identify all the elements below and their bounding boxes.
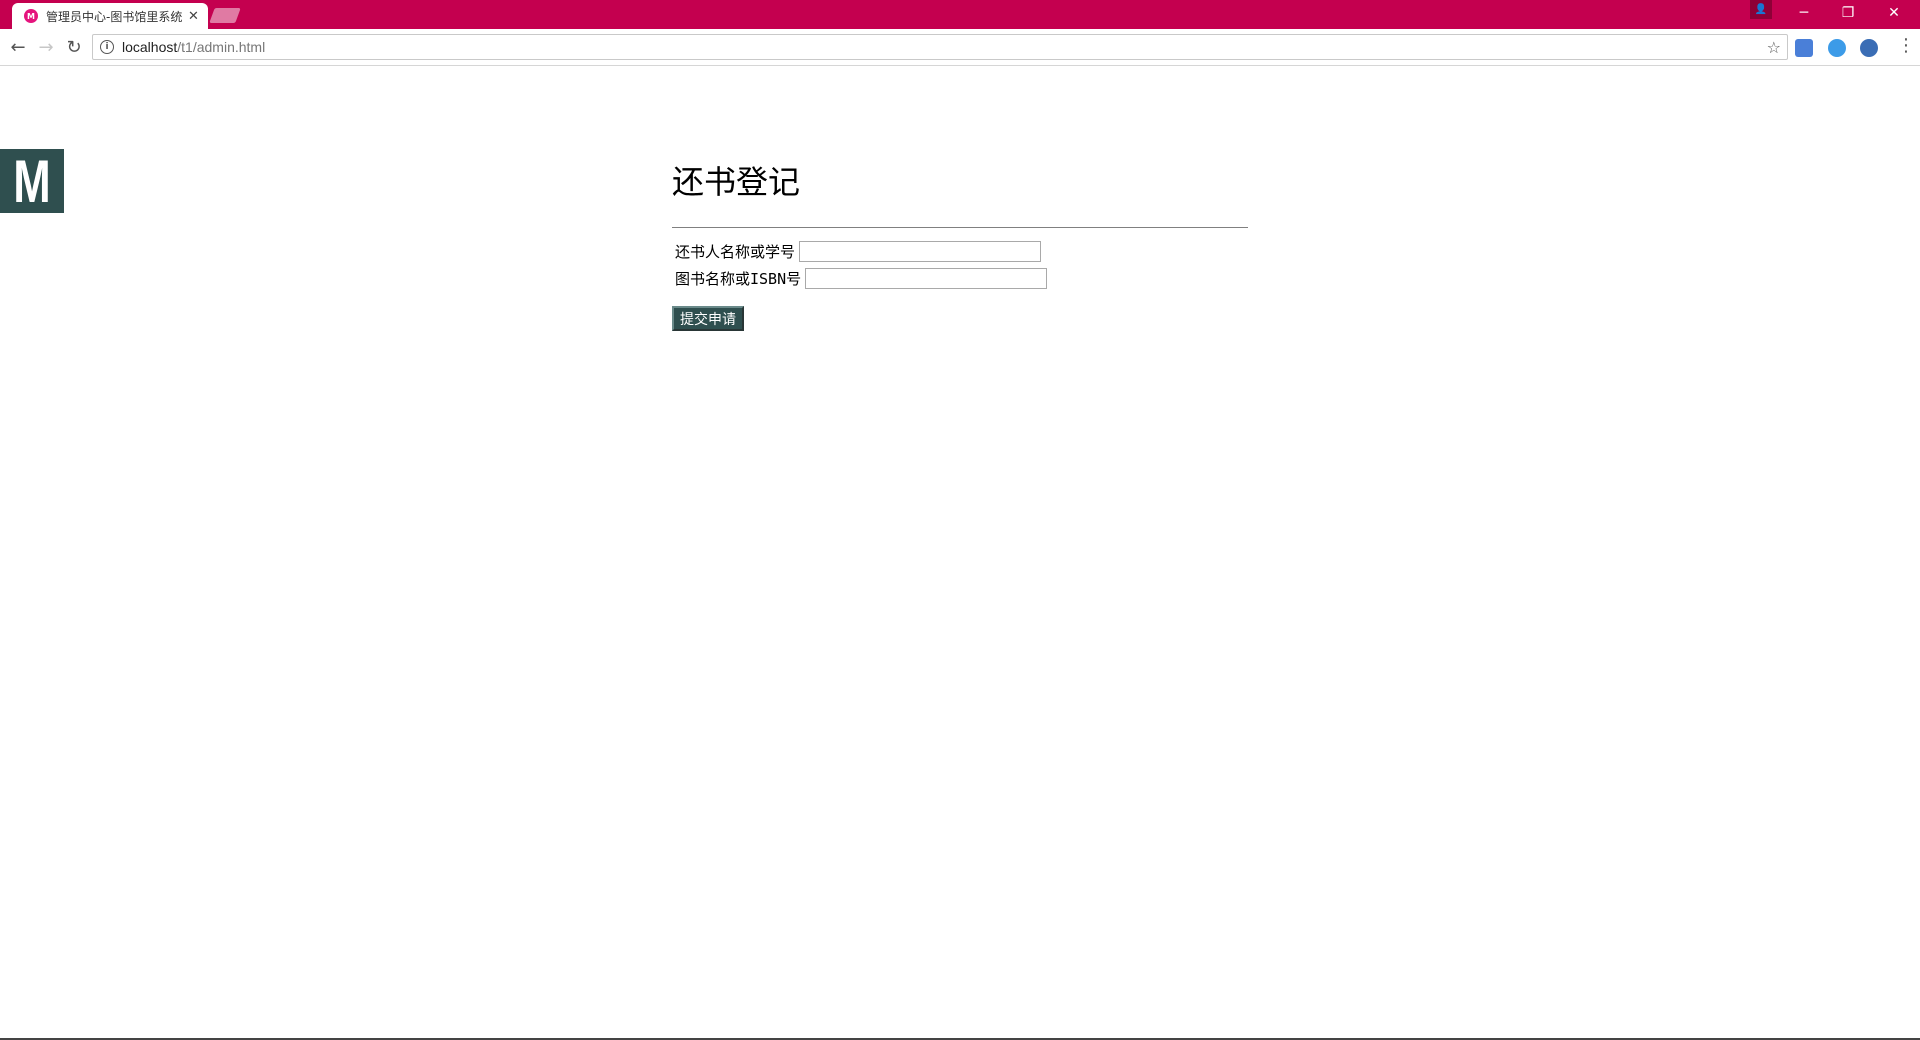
url-host: localhost: [122, 39, 178, 55]
new-tab-button[interactable]: [209, 8, 241, 23]
return-book-form: 还书人名称或学号 图书名称或ISBN号 提交申请: [672, 238, 1248, 331]
submit-button[interactable]: 提交申请: [672, 306, 744, 331]
site-info-icon[interactable]: i: [100, 40, 114, 54]
book-input[interactable]: [805, 268, 1048, 289]
borrower-label: 还书人名称或学号: [675, 243, 796, 261]
browser-tab-active[interactable]: M 管理员中心-图书馆里系统 ✕: [12, 3, 208, 29]
book-row: 图书名称或ISBN号: [672, 265, 1248, 292]
book-label: 图书名称或ISBN号: [675, 270, 802, 288]
tab-title: 管理员中心-图书馆里系统: [46, 9, 182, 24]
site-favicon-icon: M: [24, 9, 38, 23]
address-bar[interactable]: i localhost /t1/admin.html ☆: [92, 34, 1788, 60]
borrower-input[interactable]: [799, 241, 1042, 262]
globe-extension-icon[interactable]: [1860, 39, 1878, 57]
browser-tabstrip: M 管理员中心-图书馆里系统 ✕ 👤 ─ ❐ ✕: [0, 0, 1920, 29]
translate-extension-icon[interactable]: [1795, 39, 1813, 57]
profile-icon[interactable]: 👤: [1750, 0, 1772, 19]
back-icon[interactable]: ←: [6, 35, 30, 59]
forward-icon[interactable]: →: [34, 35, 58, 59]
browser-toolbar: ← → ↻ i localhost /t1/admin.html ☆ ⋮: [0, 29, 1920, 66]
url-path: /t1/admin.html: [177, 39, 266, 55]
close-window-icon[interactable]: ✕: [1872, 0, 1916, 26]
logo-letter: M: [13, 149, 51, 213]
reload-icon[interactable]: ↻: [62, 35, 86, 59]
site-logo[interactable]: M: [0, 149, 64, 213]
page-title: 还书登记: [672, 163, 801, 201]
bookmark-star-icon[interactable]: ☆: [1767, 38, 1781, 57]
borrower-row: 还书人名称或学号: [672, 238, 1248, 265]
minimize-icon[interactable]: ─: [1782, 0, 1826, 26]
browser-menu-icon[interactable]: ⋮: [1897, 35, 1915, 56]
title-divider: [672, 227, 1248, 228]
return-book-panel: 还书登记 还书人名称或学号 图书名称或ISBN号 提交申请: [672, 160, 1248, 331]
restore-icon[interactable]: ❐: [1826, 0, 1870, 26]
close-tab-icon[interactable]: ✕: [188, 9, 199, 24]
check-extension-icon[interactable]: [1828, 39, 1846, 57]
